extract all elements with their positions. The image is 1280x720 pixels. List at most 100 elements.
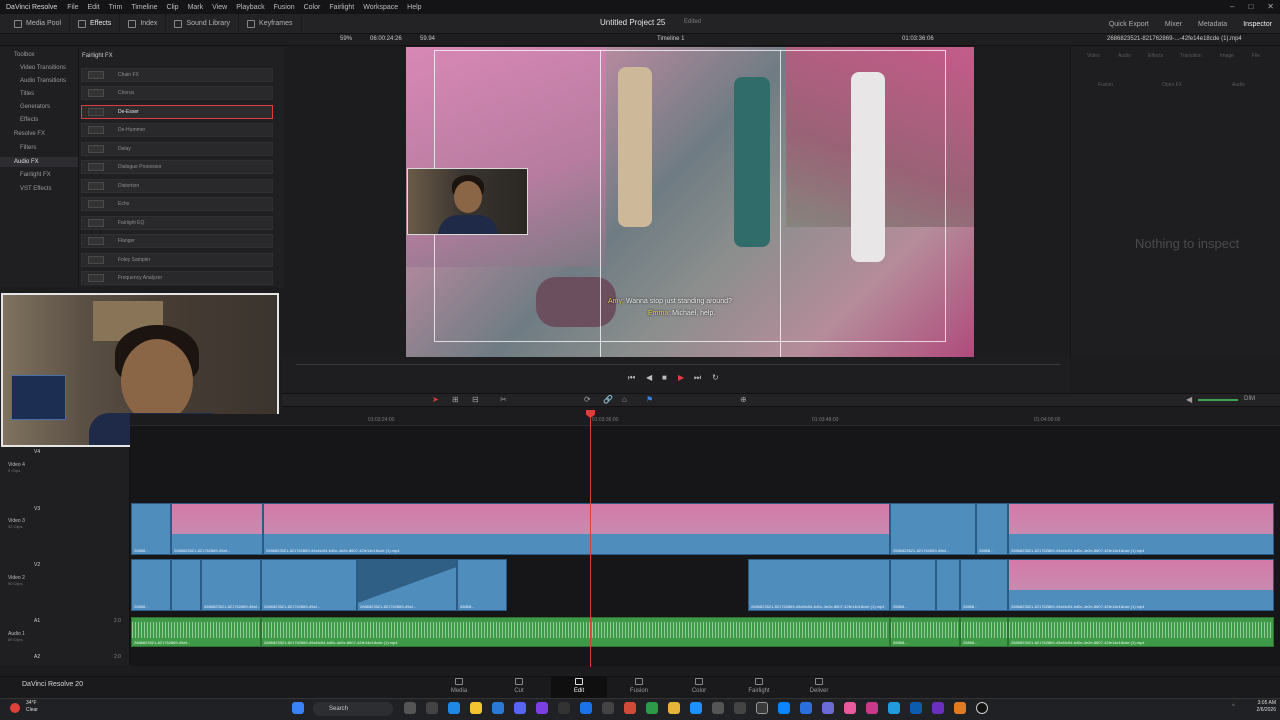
page-media[interactable]: Media [439,688,479,694]
fx-chorus[interactable]: Chorus [81,86,273,100]
toolbox-audio-transitions[interactable]: Audio Transitions [20,78,66,84]
toolbox-audio-fx[interactable]: Audio FX [14,159,39,165]
v3-clip[interactable]: 26868... [976,503,1008,555]
store-icon[interactable] [492,702,504,714]
inspector-tab-transition[interactable]: Transition [1180,53,1202,59]
toolbox-fairlight-fx[interactable]: Fairlight FX [20,172,51,178]
toolbox-filters[interactable]: Filters [20,145,36,151]
jump-end-icon[interactable]: ⏭ [694,373,701,383]
app-icon[interactable] [976,702,988,714]
page-deliver[interactable]: Deliver [799,688,839,694]
menu-view[interactable]: View [212,4,227,11]
page-fairlight[interactable]: Fairlight [739,688,779,694]
twitch-icon[interactable] [536,702,548,714]
dim-button[interactable]: DIM [1244,396,1255,402]
chrome-icon[interactable] [668,702,680,714]
app-icon[interactable] [712,702,724,714]
menu-help[interactable]: Help [407,4,421,11]
fx-delay[interactable]: Delay [81,142,273,156]
toolbox-video-transitions[interactable]: Video Transitions [20,65,66,71]
toolbox-titles[interactable]: Titles [20,91,34,97]
a1-clip[interactable]: 26868... [890,617,960,647]
mixer-button[interactable]: Mixer [1165,21,1182,28]
page-color[interactable]: Color [679,688,719,694]
v2-clip[interactable]: 26868... [960,559,1008,611]
play-reverse-icon[interactable]: ◀ [646,373,652,382]
effects-button[interactable]: Effects [70,13,121,34]
playhead[interactable] [590,412,591,667]
v2-clip[interactable]: 26868... [457,559,507,611]
inspector-button[interactable]: Inspector [1243,21,1272,28]
fx-flanger[interactable]: Flanger [81,234,273,248]
app-icon[interactable] [866,702,878,714]
dynamic-trim-icon[interactable]: ⊟ [472,395,479,404]
app-icon[interactable] [734,702,746,714]
close-icon[interactable]: ✕ [1267,2,1274,11]
inspector-tab-file[interactable]: File [1252,53,1260,59]
index-button[interactable]: Index [120,13,167,34]
app-icon[interactable] [646,702,658,714]
volume-icon[interactable]: ◀ [1186,395,1192,404]
app-icon[interactable] [954,702,966,714]
media-pool-button[interactable]: Media Pool [0,13,71,34]
a1-clip[interactable]: 2686823521-821762869-49af4c54-b40c-4e2e-… [1008,617,1274,647]
v3-clip[interactable]: 2686823521-821762869-49af... [171,503,263,555]
a1-clip[interactable]: 26868... [960,617,1008,647]
inspector-tab-audio[interactable]: Audio [1118,53,1131,59]
timeline-name[interactable]: Timeline 1 [657,36,684,42]
inspector-tab-effects[interactable]: Effects [1148,53,1163,59]
start-icon[interactable] [292,702,304,714]
weather-widget[interactable]: 34°F Clear [26,700,38,714]
app-icon[interactable] [932,702,944,714]
inspector-subtab-audio[interactable]: Audio [1232,82,1245,88]
widgets-icon[interactable] [426,702,438,714]
menu-edit[interactable]: Edit [88,4,100,11]
selection-tool-icon[interactable]: ➤ [432,395,439,404]
fx-fairlight-eq[interactable]: Fairlight EQ [81,216,273,230]
app-icon[interactable] [690,702,702,714]
a1-clip[interactable]: 2686823521-821762869-49af... [131,617,261,647]
v3-clip[interactable]: 26868... [131,503,171,555]
trim-tool-icon[interactable]: ⊞ [452,395,459,404]
jump-start-icon[interactable]: ⏮ [628,373,635,383]
fx-chain-fx[interactable]: Chain FX [81,68,273,82]
app-icon[interactable] [888,702,900,714]
toolbox-vst-effects[interactable]: VST Effects [20,186,51,192]
v2-clip[interactable]: 2686823521-821762869-49af4c54-b40c-4e2e-… [1008,559,1274,611]
maximize-icon[interactable]: □ [1248,2,1253,11]
task-view-icon[interactable] [404,702,416,714]
page-edit[interactable]: Edit [559,688,599,694]
steam-icon[interactable] [580,702,592,714]
app-icon[interactable] [800,702,812,714]
file-explorer-icon[interactable] [470,702,482,714]
fx-de-hummer[interactable]: De-Hummer [81,123,273,137]
minimize-icon[interactable]: – [1230,2,1234,11]
loop-icon[interactable]: ↻ [712,373,719,382]
zoom-icon[interactable]: ⊕ [740,395,747,404]
toolbox-generators[interactable]: Generators [20,104,50,110]
timeline-ruler[interactable] [130,414,1280,426]
davinci-resolve-taskbar-icon[interactable] [756,702,768,714]
v2-clip[interactable]: 26868... [131,559,171,611]
menu-color[interactable]: Color [304,4,321,11]
app-icon[interactable] [624,702,636,714]
scrubber-track[interactable] [296,364,1060,365]
app-icon[interactable] [844,702,856,714]
menu-clip[interactable]: Clip [167,4,179,11]
discord-icon[interactable] [514,702,526,714]
v3-clip[interactable]: 2686823521-821762869-49af4c54-b40c-4e2e-… [1008,503,1274,555]
v2-clip[interactable]: 2686823521-821762869-49af... [261,559,357,611]
quick-export-button[interactable]: Quick Export [1109,21,1149,28]
taskbar-search[interactable]: Search [313,702,393,716]
blade-tool-icon[interactable]: ✂ [500,395,507,404]
inspector-subtab-fusion[interactable]: Fusion [1098,82,1113,88]
page-fusion[interactable]: Fusion [619,688,659,694]
menu-trim[interactable]: Trim [109,4,123,11]
menu-workspace[interactable]: Workspace [363,4,398,11]
fx-echo[interactable]: Echo [81,197,273,211]
toolbox-root[interactable]: Toolbox [14,52,35,58]
metadata-button[interactable]: Metadata [1198,21,1227,28]
menu-file[interactable]: File [67,4,78,11]
v3-clip[interactable]: 2686823521-821762869-49af4c54-b40c-4e2e-… [263,503,890,555]
v2-clip[interactable]: 26868... [890,559,936,611]
